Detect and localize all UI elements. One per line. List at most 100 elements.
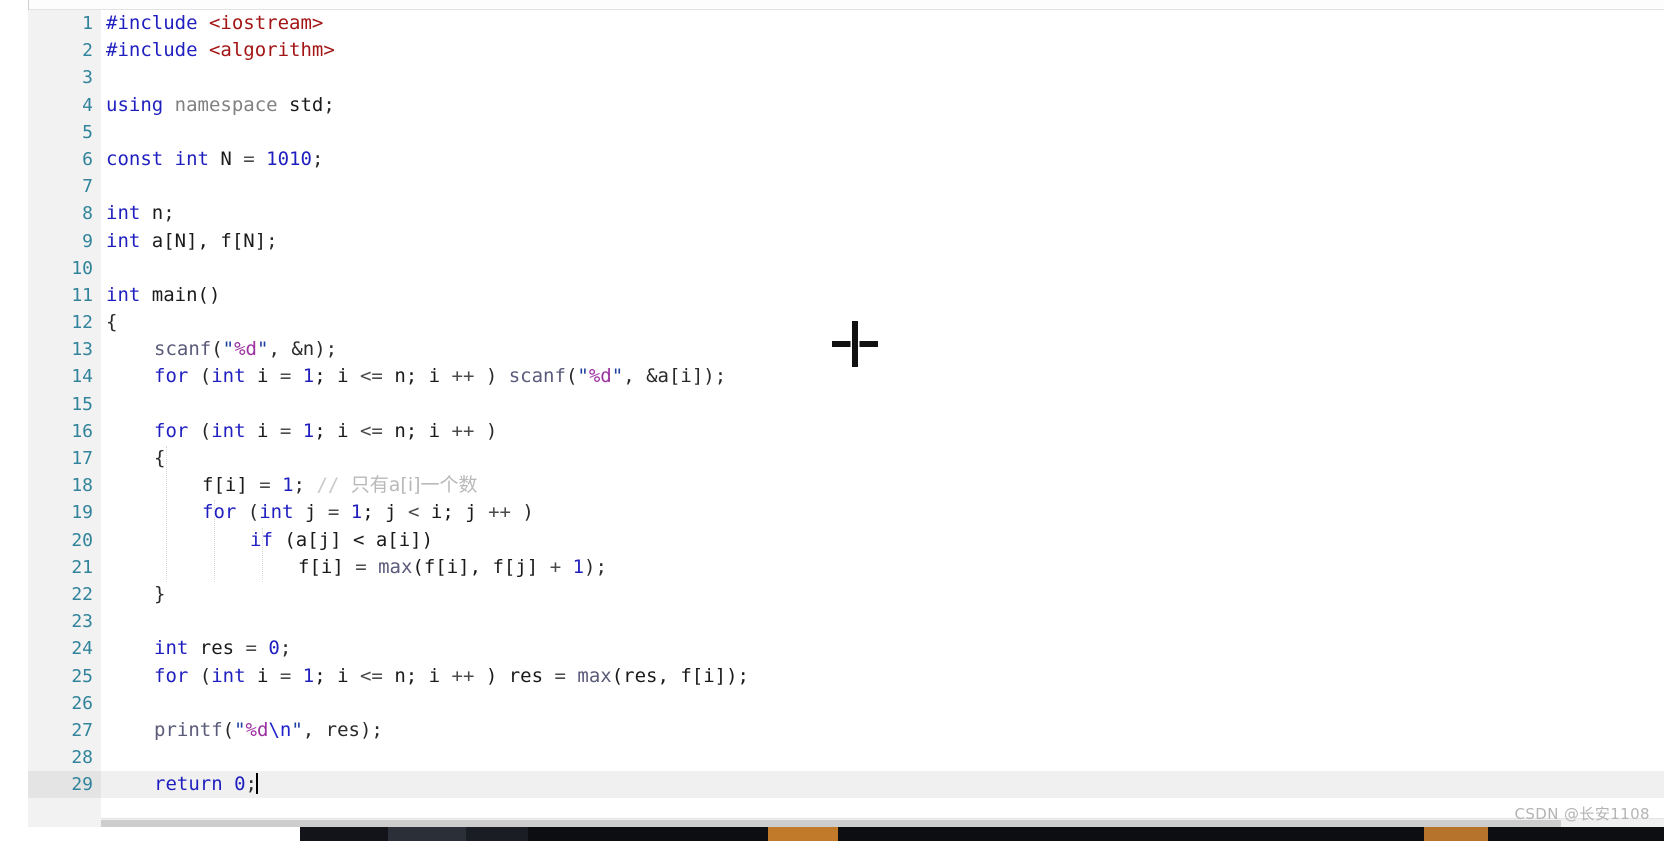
line-number: 15: [71, 393, 93, 415]
token-punct: ): [485, 419, 498, 442]
token-identifier: i; j: [430, 501, 489, 524]
token-punct: );: [584, 555, 607, 578]
token-keyword: int: [259, 501, 294, 524]
gutter-line: 6: [28, 146, 101, 173]
scrollbar-thumb[interactable]: [101, 820, 1561, 827]
token-namespace: namespace: [163, 93, 290, 116]
gutter-line-current: 29: [28, 771, 101, 799]
line-number-gutter[interactable]: 1 2 3 4 5 6 7 8 9 10 11 12 13 14 15 16 1…: [28, 10, 112, 827]
code-line-current: return 0;: [101, 771, 1664, 799]
gutter-line: 3: [28, 64, 101, 91]
token-quote: ": [222, 338, 235, 361]
token-punct: (: [188, 664, 212, 687]
token-keyword: return: [154, 773, 223, 796]
top-chrome-left-pad: [0, 0, 28, 10]
token-keyword: for: [202, 501, 237, 524]
token-identifier: n; i: [394, 664, 452, 687]
token-operator: =: [554, 664, 578, 687]
line-number: 26: [71, 692, 93, 714]
code-line: scanf("%d", &n);: [101, 336, 1664, 363]
token-identifier: a[N], f[N]: [140, 229, 267, 252]
token-keyword: int: [106, 229, 141, 252]
code-editor[interactable]: 1 2 3 4 5 6 7 8 9 10 11 12 13 14 15 16 1…: [0, 0, 1664, 827]
line-number: 7: [82, 176, 93, 198]
gutter-line: 27: [28, 717, 101, 744]
gutter-line: 18: [28, 472, 101, 499]
taskbar-segment: [466, 827, 528, 841]
taskbar-segment: [528, 827, 768, 841]
line-number: 18: [71, 475, 93, 497]
line-number: 12: [71, 312, 93, 334]
code-line: for (int i = 1; i <= n; i ++ ): [101, 418, 1664, 445]
line-number: 5: [82, 121, 93, 143]
code-line: int a[N], f[N];: [101, 228, 1664, 255]
token-identifier: ; i: [314, 664, 360, 687]
code-line: #include <algorithm>: [101, 37, 1664, 64]
gutter-line: 7: [28, 173, 101, 200]
top-chrome-border: [28, 0, 1664, 10]
line-number: 29: [71, 774, 93, 796]
token-format: %d: [245, 718, 269, 741]
code-line: f[i] = max(f[i], f[j] + 1);: [101, 554, 1664, 581]
token-operator: =: [243, 147, 267, 170]
gutter-line: 26: [28, 690, 101, 717]
token-function: max: [378, 555, 413, 578]
token-brace: {: [154, 447, 166, 469]
line-number: 19: [71, 502, 93, 524]
token-header: <algorithm>: [208, 39, 335, 62]
code-line: {: [101, 309, 1664, 336]
token-identifier: j: [293, 501, 328, 524]
token-identifier: i: [245, 365, 280, 388]
token-punct: (: [188, 365, 212, 388]
token-identifier: res: [188, 637, 246, 660]
code-line: for (int j = 1; j < i; j ++ ): [101, 499, 1664, 526]
line-number: 22: [71, 583, 93, 605]
gutter-line: 15: [28, 391, 101, 418]
token-punct: ): [485, 365, 509, 388]
horizontal-scrollbar[interactable]: [101, 818, 1664, 827]
gutter-line: 13: [28, 336, 101, 363]
token-operator: <=: [359, 664, 395, 687]
token-operator: =: [355, 555, 379, 578]
gutter-line: 9: [28, 228, 101, 255]
gutter-line: 8: [28, 200, 101, 227]
code-line: using namespace std;: [101, 92, 1664, 119]
gutter-line: 17: [28, 445, 112, 472]
token-operator: ++: [451, 419, 486, 442]
token-quote: ": [291, 718, 303, 741]
token-keyword: for: [154, 664, 189, 687]
code-text-area[interactable]: #include <iostream> #include <algorithm>…: [101, 10, 1664, 827]
token-brace: }: [154, 582, 166, 605]
token-keyword: int: [211, 664, 246, 687]
editor-left-divider: [28, 0, 29, 10]
token-preprocessor: #include: [106, 39, 198, 62]
token-operator: +: [549, 555, 573, 578]
token-punct: ;: [163, 202, 175, 225]
gutter-line: 21: [28, 554, 101, 581]
token-operator: <: [407, 501, 431, 524]
token-identifier: n; i: [394, 419, 452, 442]
gutter-line: 2: [28, 37, 101, 64]
line-number: 2: [82, 40, 93, 62]
token-identifier: ) res: [485, 664, 555, 687]
line-number: 16: [71, 420, 93, 442]
token-identifier: i: [245, 419, 280, 442]
line-number: 8: [82, 203, 93, 225]
line-number: 9: [82, 230, 93, 252]
token-keyword: int: [211, 365, 246, 388]
token-operator: ++: [451, 365, 486, 388]
token-function: printf: [154, 718, 223, 741]
taskbar-segment: [838, 827, 1424, 841]
token-punct: , &a[i]);: [623, 365, 727, 388]
token-comment: //: [316, 474, 351, 497]
editor-outer-margin: [0, 10, 28, 827]
line-number: 25: [71, 665, 93, 687]
token-number: 0: [234, 773, 246, 796]
token-identifier: (res, f[i]);: [611, 664, 749, 687]
gutter-line: 12: [28, 309, 112, 336]
taskbar-segment: [388, 827, 466, 841]
